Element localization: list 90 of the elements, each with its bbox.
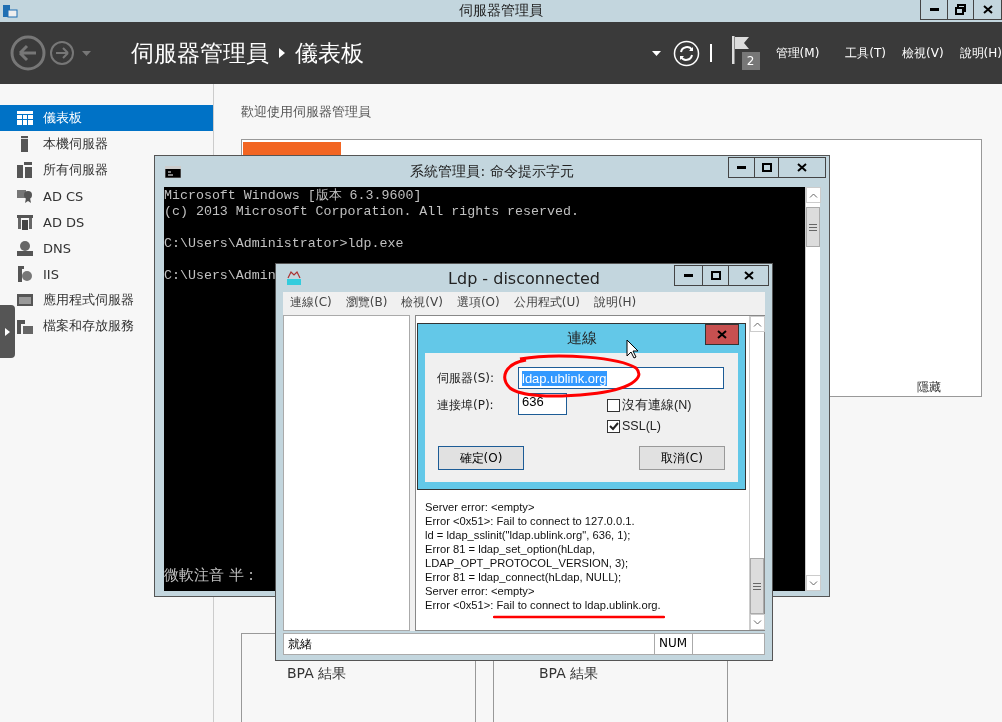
ldp-app-icon [286, 270, 302, 286]
menu-item[interactable]: 說明(H) [593, 294, 637, 311]
scrollbar[interactable] [749, 316, 764, 630]
menu-item[interactable]: 連線(C) [290, 294, 332, 311]
maximize-icon [761, 163, 772, 172]
chevron-right-icon [279, 48, 285, 58]
notification-count: 2 [741, 52, 760, 70]
chevron-right-icon [5, 327, 10, 336]
checkbox[interactable]: SSL(L) [607, 419, 692, 433]
output-line: Server error: <empty> [425, 584, 536, 598]
sidebar-item[interactable]: AD DS [15, 209, 89, 235]
breadcrumb-item[interactable]: 儀表板 [295, 37, 364, 69]
menu-item[interactable]: 工具(T) [845, 44, 887, 62]
close-button[interactable] [973, 0, 1002, 20]
minimize-button[interactable] [920, 0, 948, 20]
output-line: Server error: <empty> [425, 500, 536, 514]
grip-icon [809, 223, 817, 231]
app-icon [2, 3, 18, 19]
output-line: ld = ldap_sslinit("ldap.ublink.org", 636, 1); [425, 528, 632, 542]
sidebar-item[interactable]: 所有伺服器 [15, 157, 112, 183]
breadcrumb-item[interactable]: 伺服器管理員 [131, 37, 269, 69]
window-title: Ldp - disconnected [448, 268, 600, 288]
output-line: Error <0x51>: Fail to connect to 127.0.0.1. [425, 514, 636, 528]
menu-item[interactable]: 說明(H) [959, 44, 1002, 62]
sidebar-item[interactable]: DNS [15, 235, 75, 261]
minimize-button[interactable] [728, 157, 755, 178]
ime-status: 微軟注音 半 : [164, 566, 254, 585]
chevron-down-icon [809, 580, 818, 586]
num-lock-indicator: NUM [654, 634, 692, 654]
close-button[interactable] [728, 265, 769, 286]
scrollbar[interactable] [805, 187, 820, 591]
expand-handle[interactable] [0, 305, 15, 358]
output-line: Error <0x51>: Fail to connect to ldap.ublink.org. [425, 598, 662, 612]
mouse-cursor-icon [626, 339, 639, 359]
sidebar-item[interactable]: 應用程式伺服器 [15, 287, 138, 313]
status-text: 就緒 [287, 636, 313, 653]
checkmark-icon [608, 421, 619, 431]
console-line: (c) 2013 Microsoft Corporation. All rights reserved. [164, 204, 579, 220]
welcome-heading: 歡迎使用伺服器管理員 [241, 103, 372, 121]
sidebar-item[interactable]: 本機伺服器 [15, 131, 112, 157]
output-line: Error 81 = ldap_connect(hLdap, NULL); [425, 570, 623, 584]
grip-icon [753, 582, 761, 590]
menu-item[interactable]: 公用程式(U) [513, 294, 580, 311]
flag-icon[interactable] [731, 36, 752, 64]
menu-item[interactable]: 檢視(V) [902, 44, 944, 62]
menu-item[interactable]: 選項(O) [456, 294, 500, 311]
field-label: 連接埠(P): [437, 397, 495, 414]
minimize-button[interactable] [674, 265, 703, 286]
ok-button[interactable]: 確定(O) [438, 446, 524, 470]
window-title: 伺服器管理員 [459, 2, 543, 20]
scroll-thumb[interactable] [750, 558, 764, 614]
checkbox[interactable]: 沒有連線(N) [607, 397, 692, 414]
maximize-button[interactable] [702, 265, 729, 286]
sidebar-item[interactable]: 儀表板 [0, 105, 213, 131]
back-button[interactable] [10, 35, 46, 71]
maximize-icon [710, 271, 721, 280]
close-icon [797, 163, 807, 172]
refresh-button[interactable] [672, 39, 700, 67]
dialog-title: 連線 [566, 329, 597, 348]
chevron-up-icon [809, 192, 818, 198]
close-icon [982, 5, 993, 14]
minimize-icon [929, 8, 939, 11]
output-line: LDAP_OPT_PROTOCOL_VERSION, 3); [425, 556, 630, 570]
console-icon [165, 165, 181, 178]
menu-item[interactable]: 瀏覽(B) [345, 294, 388, 311]
close-button[interactable] [778, 157, 826, 178]
sidebar-item[interactable]: 檔案和存放服務 [15, 313, 138, 339]
output-line: Error 81 = ldap_set_option(hLdap, [425, 542, 597, 556]
close-icon [717, 330, 727, 339]
close-icon [743, 271, 754, 280]
maximize-button[interactable] [754, 157, 779, 178]
sidebar-item[interactable]: IIS [15, 261, 63, 287]
console-line: C:\Users\Admin [164, 268, 276, 284]
window-title: 系統管理員: 命令提示字元 [410, 162, 574, 181]
chevron-down-icon [753, 619, 762, 625]
chevron-up-icon [753, 321, 762, 327]
minimize-icon [737, 166, 746, 169]
cancel-button[interactable]: 取消(C) [639, 446, 725, 470]
sidebar-item[interactable]: AD CS [15, 183, 88, 209]
restore-icon [955, 4, 966, 15]
minimize-icon [684, 274, 693, 277]
scroll-thumb[interactable] [806, 207, 820, 247]
menu-item[interactable]: 管理(M) [775, 44, 820, 62]
console-line: C:\Users\Administrator>ldp.exe [164, 236, 404, 252]
hide-link[interactable]: 隱藏 [917, 379, 941, 396]
field-label: 伺服器(S): [437, 369, 496, 387]
caret-icon[interactable] [651, 50, 661, 56]
menu-item[interactable]: 檢視(V) [401, 294, 443, 311]
forward-button[interactable] [49, 40, 75, 66]
console-line: Microsoft Windows [版本 6.3.9600] [164, 188, 422, 204]
